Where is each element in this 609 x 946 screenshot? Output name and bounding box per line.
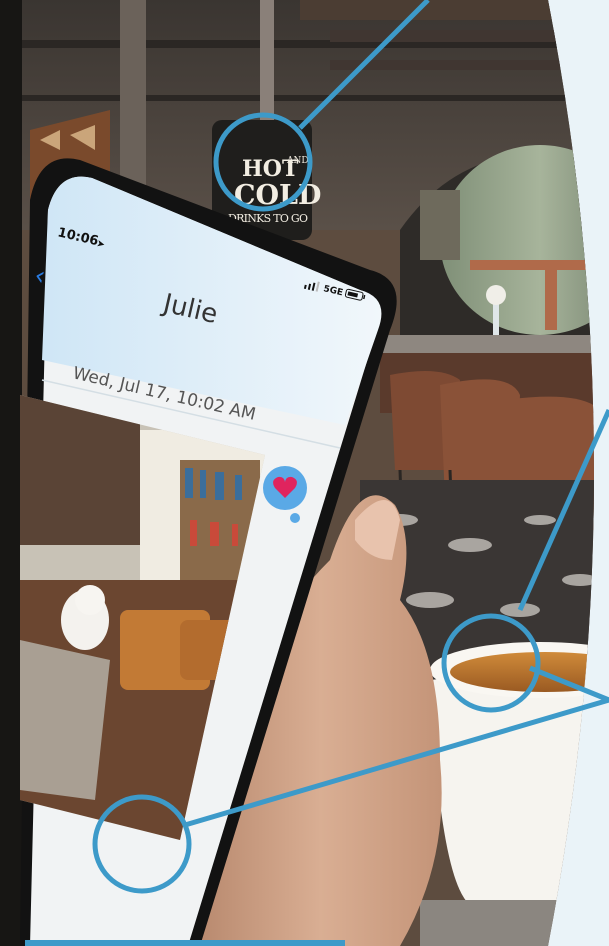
sign-and: AND bbox=[286, 156, 309, 166]
composite-image: HOT AND COLD DRINKS TO GO 10:06 ➤ bbox=[0, 0, 609, 946]
bottom-accent-bar bbox=[25, 940, 345, 946]
